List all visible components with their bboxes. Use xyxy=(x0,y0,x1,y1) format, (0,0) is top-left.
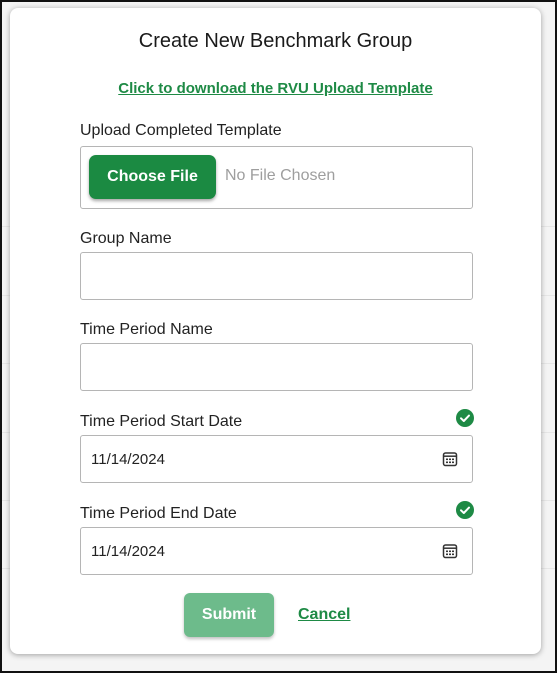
cancel-link[interactable]: Cancel xyxy=(298,606,350,624)
calendar-icon[interactable] xyxy=(442,543,458,559)
file-upload-field: Choose File No File Chosen xyxy=(80,146,473,209)
end-date-input[interactable]: 11/14/2024 xyxy=(80,527,473,575)
group-name-input[interactable] xyxy=(80,252,473,300)
create-benchmark-group-modal: Create New Benchmark Group Click to down… xyxy=(10,8,541,654)
calendar-icon[interactable] xyxy=(442,451,458,467)
check-circle-icon xyxy=(456,409,474,427)
end-date-value: 11/14/2024 xyxy=(91,543,165,560)
time-period-name-label: Time Period Name xyxy=(80,321,213,338)
start-date-input[interactable]: 11/14/2024 xyxy=(80,435,473,483)
upload-template-label: Upload Completed Template xyxy=(80,122,282,139)
start-date-label: Time Period Start Date xyxy=(80,413,243,430)
download-template-link[interactable]: Click to download the RVU Upload Templat… xyxy=(10,80,541,97)
modal-title: Create New Benchmark Group xyxy=(138,30,413,52)
choose-file-button[interactable]: Choose File xyxy=(89,155,216,199)
start-date-value: 11/14/2024 xyxy=(91,451,165,468)
group-name-label: Group Name xyxy=(80,230,172,247)
check-circle-icon xyxy=(456,501,474,519)
time-period-name-input[interactable] xyxy=(80,343,473,391)
file-status-text: No File Chosen xyxy=(225,167,336,184)
submit-button[interactable]: Submit xyxy=(184,593,274,637)
end-date-label: Time Period End Date xyxy=(80,505,237,522)
